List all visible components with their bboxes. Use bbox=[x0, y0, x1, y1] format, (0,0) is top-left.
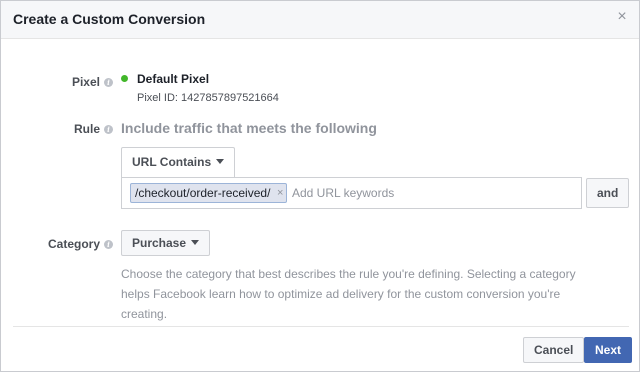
close-icon[interactable]: × bbox=[615, 9, 629, 25]
chevron-down-icon bbox=[191, 240, 200, 245]
category-selected-label: Purchase bbox=[132, 236, 187, 250]
url-keywords-field[interactable]: /checkout/order-received/ × bbox=[121, 177, 582, 209]
cancel-button[interactable]: Cancel bbox=[523, 337, 585, 363]
info-icon[interactable]: i bbox=[104, 78, 113, 87]
footer-divider bbox=[13, 326, 629, 327]
next-button[interactable]: Next bbox=[584, 337, 633, 363]
info-icon[interactable]: i bbox=[104, 125, 113, 134]
pixel-status-dot bbox=[121, 75, 128, 82]
dialog-title: Create a Custom Conversion bbox=[13, 11, 206, 27]
rule-heading: Include traffic that meets the following bbox=[121, 120, 377, 136]
url-condition-label: URL Contains bbox=[132, 155, 212, 169]
category-label: Category bbox=[47, 237, 100, 251]
pixel-id: Pixel ID: 1427857897521664 bbox=[137, 92, 279, 104]
rule-label-row: Rule i bbox=[41, 122, 113, 136]
category-dropdown[interactable]: Purchase bbox=[121, 230, 211, 256]
custom-conversion-dialog: Create a Custom Conversion × Pixel i Defa… bbox=[0, 0, 640, 372]
chevron-down-icon bbox=[216, 159, 225, 164]
info-icon[interactable]: i bbox=[104, 240, 113, 249]
url-keyword-token[interactable]: /checkout/order-received/ × bbox=[130, 183, 288, 203]
url-keywords-input[interactable] bbox=[292, 184, 572, 202]
url-condition-dropdown[interactable]: URL Contains bbox=[121, 147, 236, 177]
remove-token-icon[interactable]: × bbox=[277, 184, 283, 202]
pixel-label-row: Pixel i bbox=[41, 75, 113, 89]
pixel-label: Pixel bbox=[71, 75, 100, 89]
pixel-name: Default Pixel bbox=[137, 72, 210, 86]
rule-label: Rule bbox=[73, 122, 100, 136]
url-keyword-text: /checkout/order-received/ bbox=[135, 186, 271, 200]
and-button[interactable]: and bbox=[586, 178, 630, 208]
category-help-text: Choose the category that best describes … bbox=[121, 267, 576, 321]
category-label-row: Category i bbox=[21, 237, 113, 251]
dialog-header: Create a Custom Conversion × bbox=[1, 1, 639, 39]
